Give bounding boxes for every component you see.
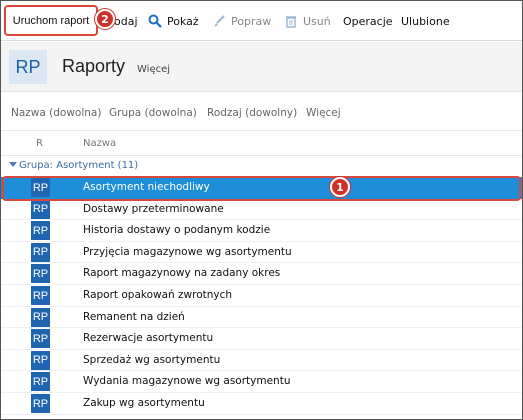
edit-button[interactable]: Popraw — [212, 13, 271, 29]
add-button[interactable]: odaj — [114, 13, 138, 29]
group-label: Grupa: Asortyment (11) — [19, 160, 139, 171]
table-row[interactable]: RP Wydania magazynowe wg asortymentu — [1, 371, 522, 393]
group-row[interactable]: Grupa: Asortyment (11) — [1, 157, 522, 175]
report-icon: RP — [31, 178, 50, 197]
table-row[interactable]: RP Raport magazynowy na zadany okres — [1, 263, 522, 285]
table-row[interactable]: RP Raport opakowań zwrotnych — [1, 285, 522, 307]
run-report-button[interactable]: Uruchom raport — [4, 5, 98, 36]
filter-name[interactable]: Nazwa (dowolna) — [11, 107, 101, 119]
report-icon: RP — [31, 350, 50, 370]
table-row[interactable]: RP Historia dostawy o podanym kodzie — [1, 220, 522, 242]
brush-icon — [214, 15, 225, 27]
callout-badge-2: 2 — [95, 9, 115, 29]
report-name: Przyjęcia magazynowe wg asortymentu — [83, 245, 292, 258]
edit-label: Popraw — [231, 14, 272, 28]
report-name: Zakup wg asortymentu — [83, 397, 205, 409]
report-icon: RP — [31, 394, 50, 413]
table-row[interactable]: RP Zakup wg asortymentu — [1, 393, 522, 415]
callout-badge-1: 1 — [330, 177, 350, 197]
table-row[interactable]: RP Sprzedaż wg asortymentu — [1, 349, 522, 372]
toolbar: Uruchom raport odaj Pokaż Popraw Usuń Op… — [1, 1, 522, 41]
report-name: Rezerwacje asortymentu — [83, 332, 214, 345]
trash-icon — [286, 16, 296, 28]
run-report-label: Uruchom raport — [12, 14, 90, 27]
report-icon: RP — [31, 221, 50, 241]
page-title: Raporty — [62, 56, 126, 76]
column-header: R Nazwa — [1, 132, 522, 156]
filter-group[interactable]: Grupa (dowolna) — [109, 107, 197, 119]
report-icon: RP — [31, 372, 50, 392]
report-name: Raport opakowań zwrotnych — [83, 289, 233, 301]
report-name: Remanent na dzień — [83, 310, 185, 323]
table-row[interactable]: RP Dostawy przeterminowane — [1, 198, 522, 221]
filter-type[interactable]: Rodzaj (dowolny) — [207, 107, 297, 119]
report-name: Sprzedaż wg asortymentu — [83, 353, 221, 366]
favorites-menu[interactable]: Ulubione — [401, 13, 450, 29]
table-row[interactable]: RP Przyjęcia magazynowe wg asortymentu — [1, 241, 522, 264]
header-more-link[interactable]: Więcej — [137, 64, 170, 75]
report-name: Dostawy przeterminowane — [83, 202, 224, 215]
filter-more[interactable]: Więcej — [306, 107, 341, 119]
delete-label: Usuń — [303, 14, 331, 28]
search-icon — [148, 14, 162, 28]
report-name: Historia dostawy o podanym kodzie — [83, 224, 271, 237]
report-name: Raport magazynowy na zadany okres — [83, 267, 281, 280]
report-icon: RP — [31, 286, 50, 305]
report-icon: RP — [31, 264, 50, 284]
delete-button[interactable]: Usuń — [284, 13, 331, 29]
reports-icon: RP — [9, 50, 47, 84]
page-header: RP Raporty Więcej — [1, 42, 522, 92]
table-row[interactable]: RP Asortyment niechodliwy — [1, 177, 522, 199]
column-r-header[interactable]: R — [36, 138, 43, 149]
filter-bar: Nazwa (dowolna) Grupa (dowolna) Rodzaj (… — [1, 93, 522, 131]
report-icon: RP — [31, 307, 50, 327]
window: Uruchom raport odaj Pokaż Popraw Usuń Op… — [0, 0, 523, 420]
collapse-arrow-icon[interactable] — [9, 162, 17, 167]
report-name: Wydania magazynowe wg asortymentu — [83, 375, 291, 388]
show-button[interactable]: Pokaż — [148, 13, 199, 29]
show-label: Pokaż — [167, 14, 199, 28]
table-row[interactable]: RP Rezerwacje asortymentu — [1, 328, 522, 350]
report-icon: RP — [31, 199, 50, 219]
report-icon: RP — [31, 329, 50, 349]
table-row[interactable]: RP Remanent na dzień — [1, 306, 522, 329]
report-icon: RP — [31, 242, 50, 262]
column-name-header[interactable]: Nazwa — [83, 138, 116, 149]
operations-label: Operacje — [343, 14, 393, 28]
add-label: odaj — [114, 14, 138, 28]
operations-menu[interactable]: Operacje — [343, 13, 393, 29]
favorites-label: Ulubione — [401, 14, 450, 28]
report-name: Asortyment niechodliwy — [83, 181, 210, 193]
